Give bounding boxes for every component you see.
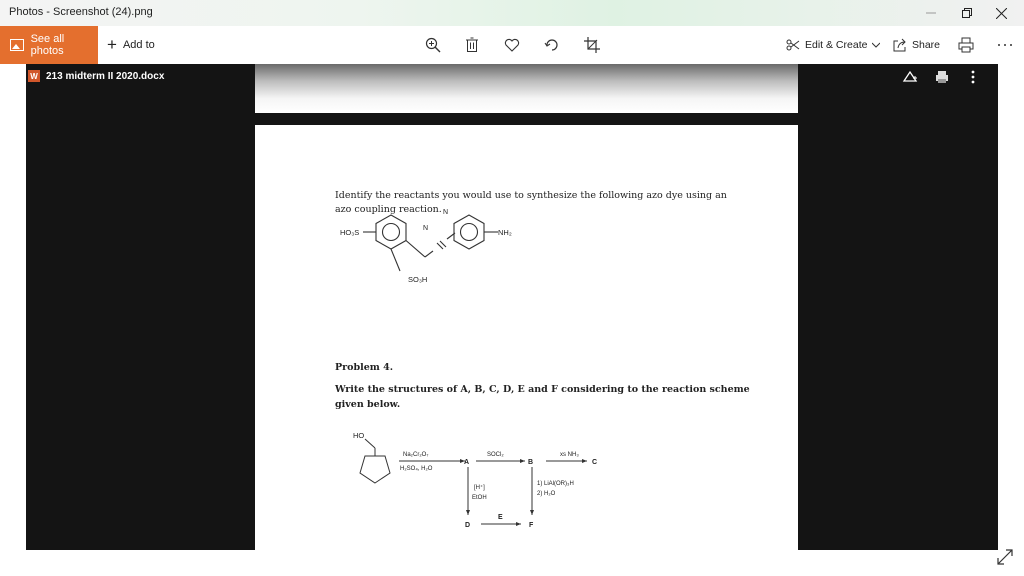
rotate-icon [544, 39, 558, 51]
see-all-photos-button[interactable]: See all photos [0, 26, 98, 64]
compound-b-label: B [528, 459, 533, 466]
expand-icon [997, 549, 1013, 565]
command-bar: See all photos + Add to Edit & Create Sh… [0, 26, 1024, 64]
document-name: 213 midterm II 2020.docx [46, 70, 165, 82]
compound-f-label: F [529, 522, 534, 529]
document-title-bar: W 213 midterm II 2020.docx [28, 70, 164, 82]
restore-icon [962, 8, 972, 18]
share-label: Share [912, 39, 941, 51]
document-page: Identify the reactants you would use to … [255, 125, 798, 550]
edit-create-button[interactable]: Edit & Create [786, 26, 881, 64]
heart-icon [504, 38, 520, 52]
printer-icon-dark [935, 70, 949, 87]
see-all-photos-label: See all photos [30, 33, 65, 57]
image-viewer: W 213 midterm II 2020.docx Identify the … [0, 64, 1024, 576]
reagent1-top: Na₂Cr₂O₇ [403, 452, 428, 458]
reagent1-bottom: H₂SO₄, H₂O [400, 466, 433, 472]
previous-page-bottom [255, 64, 798, 113]
compound-d-label: D [465, 522, 470, 529]
delete-button[interactable] [462, 35, 482, 55]
zoom-in-icon [425, 37, 441, 53]
minimize-icon [926, 12, 936, 14]
printer-icon [958, 37, 974, 53]
compound-c-label: C [592, 459, 597, 466]
scheme-ho-label: HO [353, 431, 364, 440]
compound-e-label: E [498, 514, 503, 521]
share-button[interactable]: Share [893, 26, 940, 64]
print-button[interactable] [956, 35, 976, 55]
more-icon [998, 44, 1012, 46]
kebab-menu-icon [970, 70, 976, 87]
reagent5-top: 1) LiAl(OR)₃H [537, 481, 574, 487]
add-to-label: Add to [122, 39, 155, 51]
more-options-button[interactable] [995, 35, 1015, 55]
share-icon [893, 38, 906, 52]
scissors-icon [786, 39, 800, 51]
chevron-down-icon [872, 42, 881, 48]
reagent2: SOCl₂ [487, 452, 504, 458]
add-comment-icon [902, 70, 918, 87]
page-separator [255, 113, 798, 125]
title-bar: Photos - Screenshot (24).png [0, 0, 1024, 26]
plus-icon: + [107, 35, 117, 54]
reagent4-top: [H⁺] [474, 484, 485, 491]
reagent4-bottom: EtOH [472, 495, 487, 501]
compound-a-label: A [464, 459, 469, 466]
zoom-button[interactable] [423, 35, 443, 55]
crop-icon [584, 37, 600, 53]
full-screen-button[interactable] [996, 548, 1014, 571]
add-to-button[interactable]: + Add to [107, 26, 155, 64]
favorite-button[interactable] [502, 35, 522, 55]
trash-icon [466, 37, 478, 52]
edit-create-label: Edit & Create [805, 39, 868, 51]
word-icon: W [28, 70, 40, 82]
rotate-button[interactable] [542, 35, 562, 55]
window-title: Photos - Screenshot (24).png [9, 6, 153, 18]
close-icon [995, 7, 1007, 19]
photo-icon [10, 39, 24, 51]
reagent3: xs NH₃ [560, 452, 579, 458]
close-button[interactable] [978, 0, 1024, 26]
reagent5-bottom: 2) H₂O [537, 491, 556, 497]
crop-button[interactable] [582, 35, 602, 55]
reaction-scheme: HO Na₂Cr₂O₇ H₂SO₄, H₂O A SOCl₂ B xs NH₃ … [353, 431, 597, 529]
